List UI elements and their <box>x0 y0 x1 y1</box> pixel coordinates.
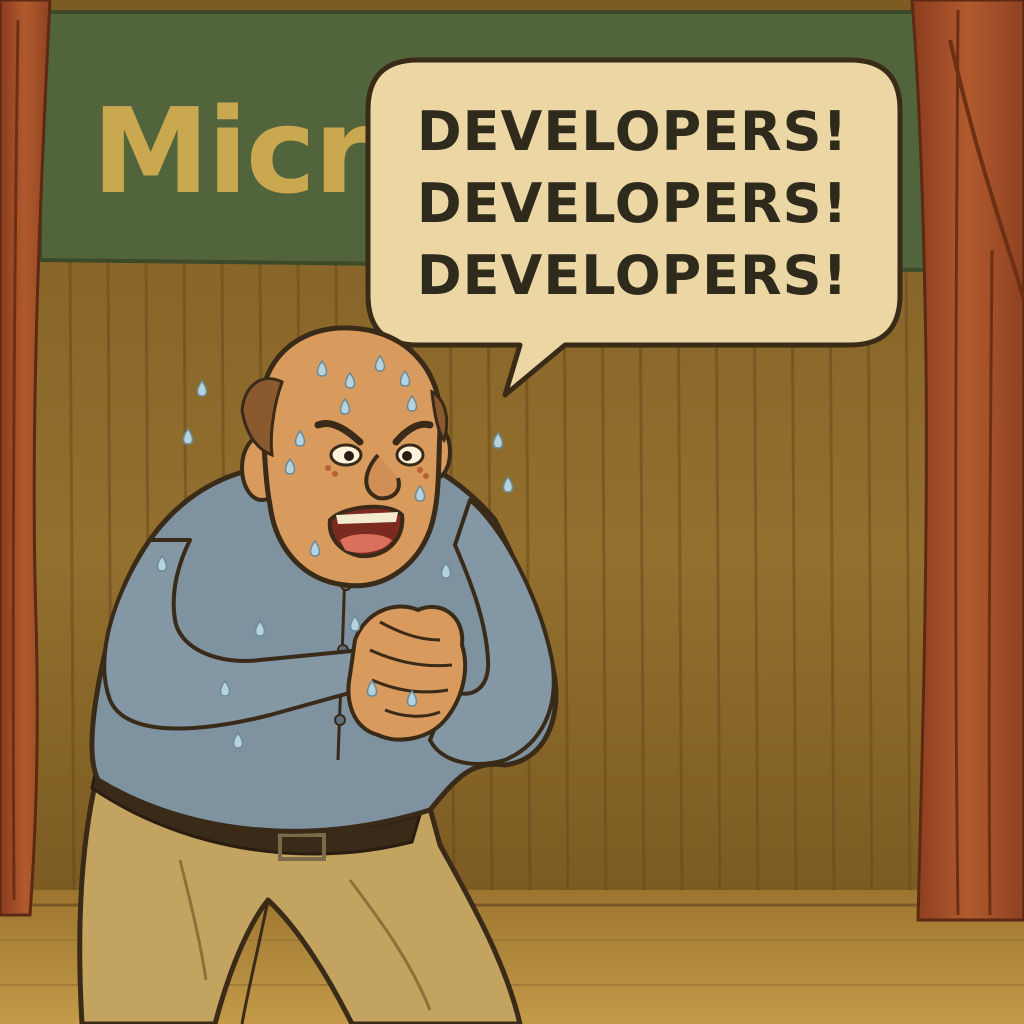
banner-text: Micr <box>92 82 372 220</box>
clasped-hands <box>346 604 468 742</box>
right-side-curtain <box>910 0 1024 922</box>
speech-line-2: DEVELOPERS! <box>416 172 849 235</box>
cartoon-scene: Micr DEVELOPERS! DEVELOPERS! DEVELOPERS! <box>0 0 1024 1024</box>
speech-line-1: DEVELOPERS! <box>416 100 849 163</box>
speech-line-3: DEVELOPERS! <box>416 244 849 307</box>
